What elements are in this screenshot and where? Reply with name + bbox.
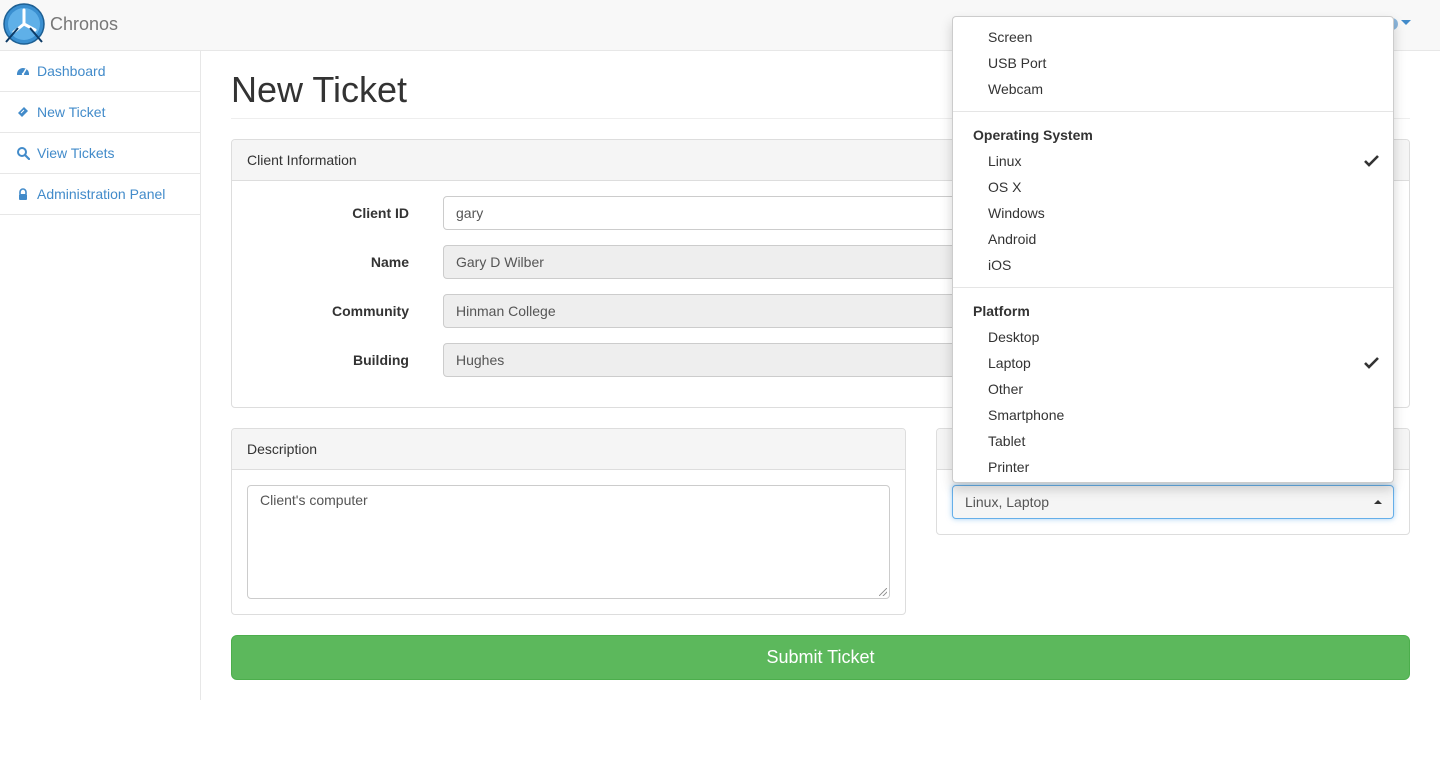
checkmark-icon xyxy=(1364,356,1379,370)
resize-handle-icon[interactable] xyxy=(879,588,887,596)
lock-icon xyxy=(16,187,30,201)
caret-up-icon xyxy=(1374,500,1382,504)
sidebar-item-new-ticket[interactable]: New Ticket xyxy=(0,92,200,133)
sidebar-item-label: Administration Panel xyxy=(37,186,166,202)
name-label: Name xyxy=(370,254,409,270)
option-label: OS X xyxy=(988,179,1022,195)
dropdown-option-ios[interactable]: iOS xyxy=(953,252,1393,278)
description-panel: Description Client's computer xyxy=(231,428,906,615)
dropdown-option-tablet[interactable]: Tablet xyxy=(953,428,1393,454)
dropdown-option-os-x[interactable]: OS X xyxy=(953,174,1393,200)
community-label: Community xyxy=(332,303,409,319)
sidebar-item-view-tickets[interactable]: View Tickets xyxy=(0,133,200,174)
dropdown-option-desktop[interactable]: Desktop xyxy=(953,324,1393,350)
dropdown-group-platform: Platform Desktop Laptop Other Smartphone… xyxy=(953,298,1393,480)
tags-select-value: Linux, Laptop xyxy=(965,494,1050,510)
dropdown-option-usb-port[interactable]: USB Port xyxy=(953,50,1393,76)
ticket-icon xyxy=(16,105,30,119)
dropdown-option-linux[interactable]: Linux xyxy=(953,148,1393,174)
option-label: Windows xyxy=(988,205,1045,221)
description-textarea[interactable]: Client's computer xyxy=(247,485,890,599)
sidebar-item-label: Dashboard xyxy=(37,63,106,79)
option-label: Android xyxy=(988,231,1037,247)
search-icon xyxy=(16,146,30,160)
option-label: Smartphone xyxy=(988,407,1065,423)
sidebar-item-label: View Tickets xyxy=(37,145,115,161)
sidebar-item-label: New Ticket xyxy=(37,104,106,120)
sidebar-item-administration-panel[interactable]: Administration Panel xyxy=(0,174,200,215)
option-label: Printer xyxy=(988,459,1030,475)
option-label: Desktop xyxy=(988,329,1040,345)
option-label: Webcam xyxy=(988,81,1043,97)
option-label: Other xyxy=(988,381,1024,397)
page-title: New Ticket xyxy=(231,69,408,110)
chevron-down-icon[interactable] xyxy=(1401,20,1411,25)
dropdown-option-other[interactable]: Other xyxy=(953,376,1393,402)
checkmark-icon xyxy=(1364,154,1379,168)
dashboard-icon xyxy=(16,64,30,78)
option-label: Tablet xyxy=(988,433,1026,449)
dropdown-option-smartphone[interactable]: Smartphone xyxy=(953,402,1393,428)
dropdown-group-operating-system: Operating System Linux OS X Windows Andr… xyxy=(953,122,1393,278)
sidebar-item-dashboard[interactable]: Dashboard xyxy=(0,51,200,92)
option-label: USB Port xyxy=(988,55,1047,71)
tags-select[interactable]: Linux, Laptop xyxy=(952,485,1394,519)
description-text: Client's computer xyxy=(260,492,368,508)
tags-dropdown-menu: Screen USB Port Webcam Operating System … xyxy=(952,16,1394,483)
dropdown-group-header: Platform xyxy=(973,303,1030,319)
dropdown-option-webcam[interactable]: Webcam xyxy=(953,76,1393,102)
chronos-logo-icon xyxy=(3,3,45,45)
brand-link[interactable]: Chronos xyxy=(2,2,118,46)
dropdown-divider xyxy=(953,111,1393,112)
dropdown-divider xyxy=(953,287,1393,288)
dropdown-option-windows[interactable]: Windows xyxy=(953,200,1393,226)
dropdown-option-android[interactable]: Android xyxy=(953,226,1393,252)
dropdown-option-printer[interactable]: Printer xyxy=(953,454,1393,480)
brand-name: Chronos xyxy=(50,13,119,34)
option-label: Screen xyxy=(988,29,1033,45)
building-label: Building xyxy=(353,352,409,368)
option-label: Laptop xyxy=(988,355,1031,371)
dropdown-group-hardware: Screen USB Port Webcam xyxy=(953,17,1393,102)
client-id-label: Client ID xyxy=(352,205,409,221)
submit-ticket-button[interactable]: Submit Ticket xyxy=(231,635,1410,680)
sidebar: Dashboard New Ticket View Tickets Admini… xyxy=(0,51,201,700)
panel-heading: Description xyxy=(232,429,905,470)
option-label: iOS xyxy=(988,257,1012,273)
dropdown-option-screen[interactable]: Screen xyxy=(953,24,1393,50)
dropdown-option-laptop[interactable]: Laptop xyxy=(953,350,1393,376)
option-label: Linux xyxy=(988,153,1022,169)
dropdown-group-header: Operating System xyxy=(973,127,1093,143)
